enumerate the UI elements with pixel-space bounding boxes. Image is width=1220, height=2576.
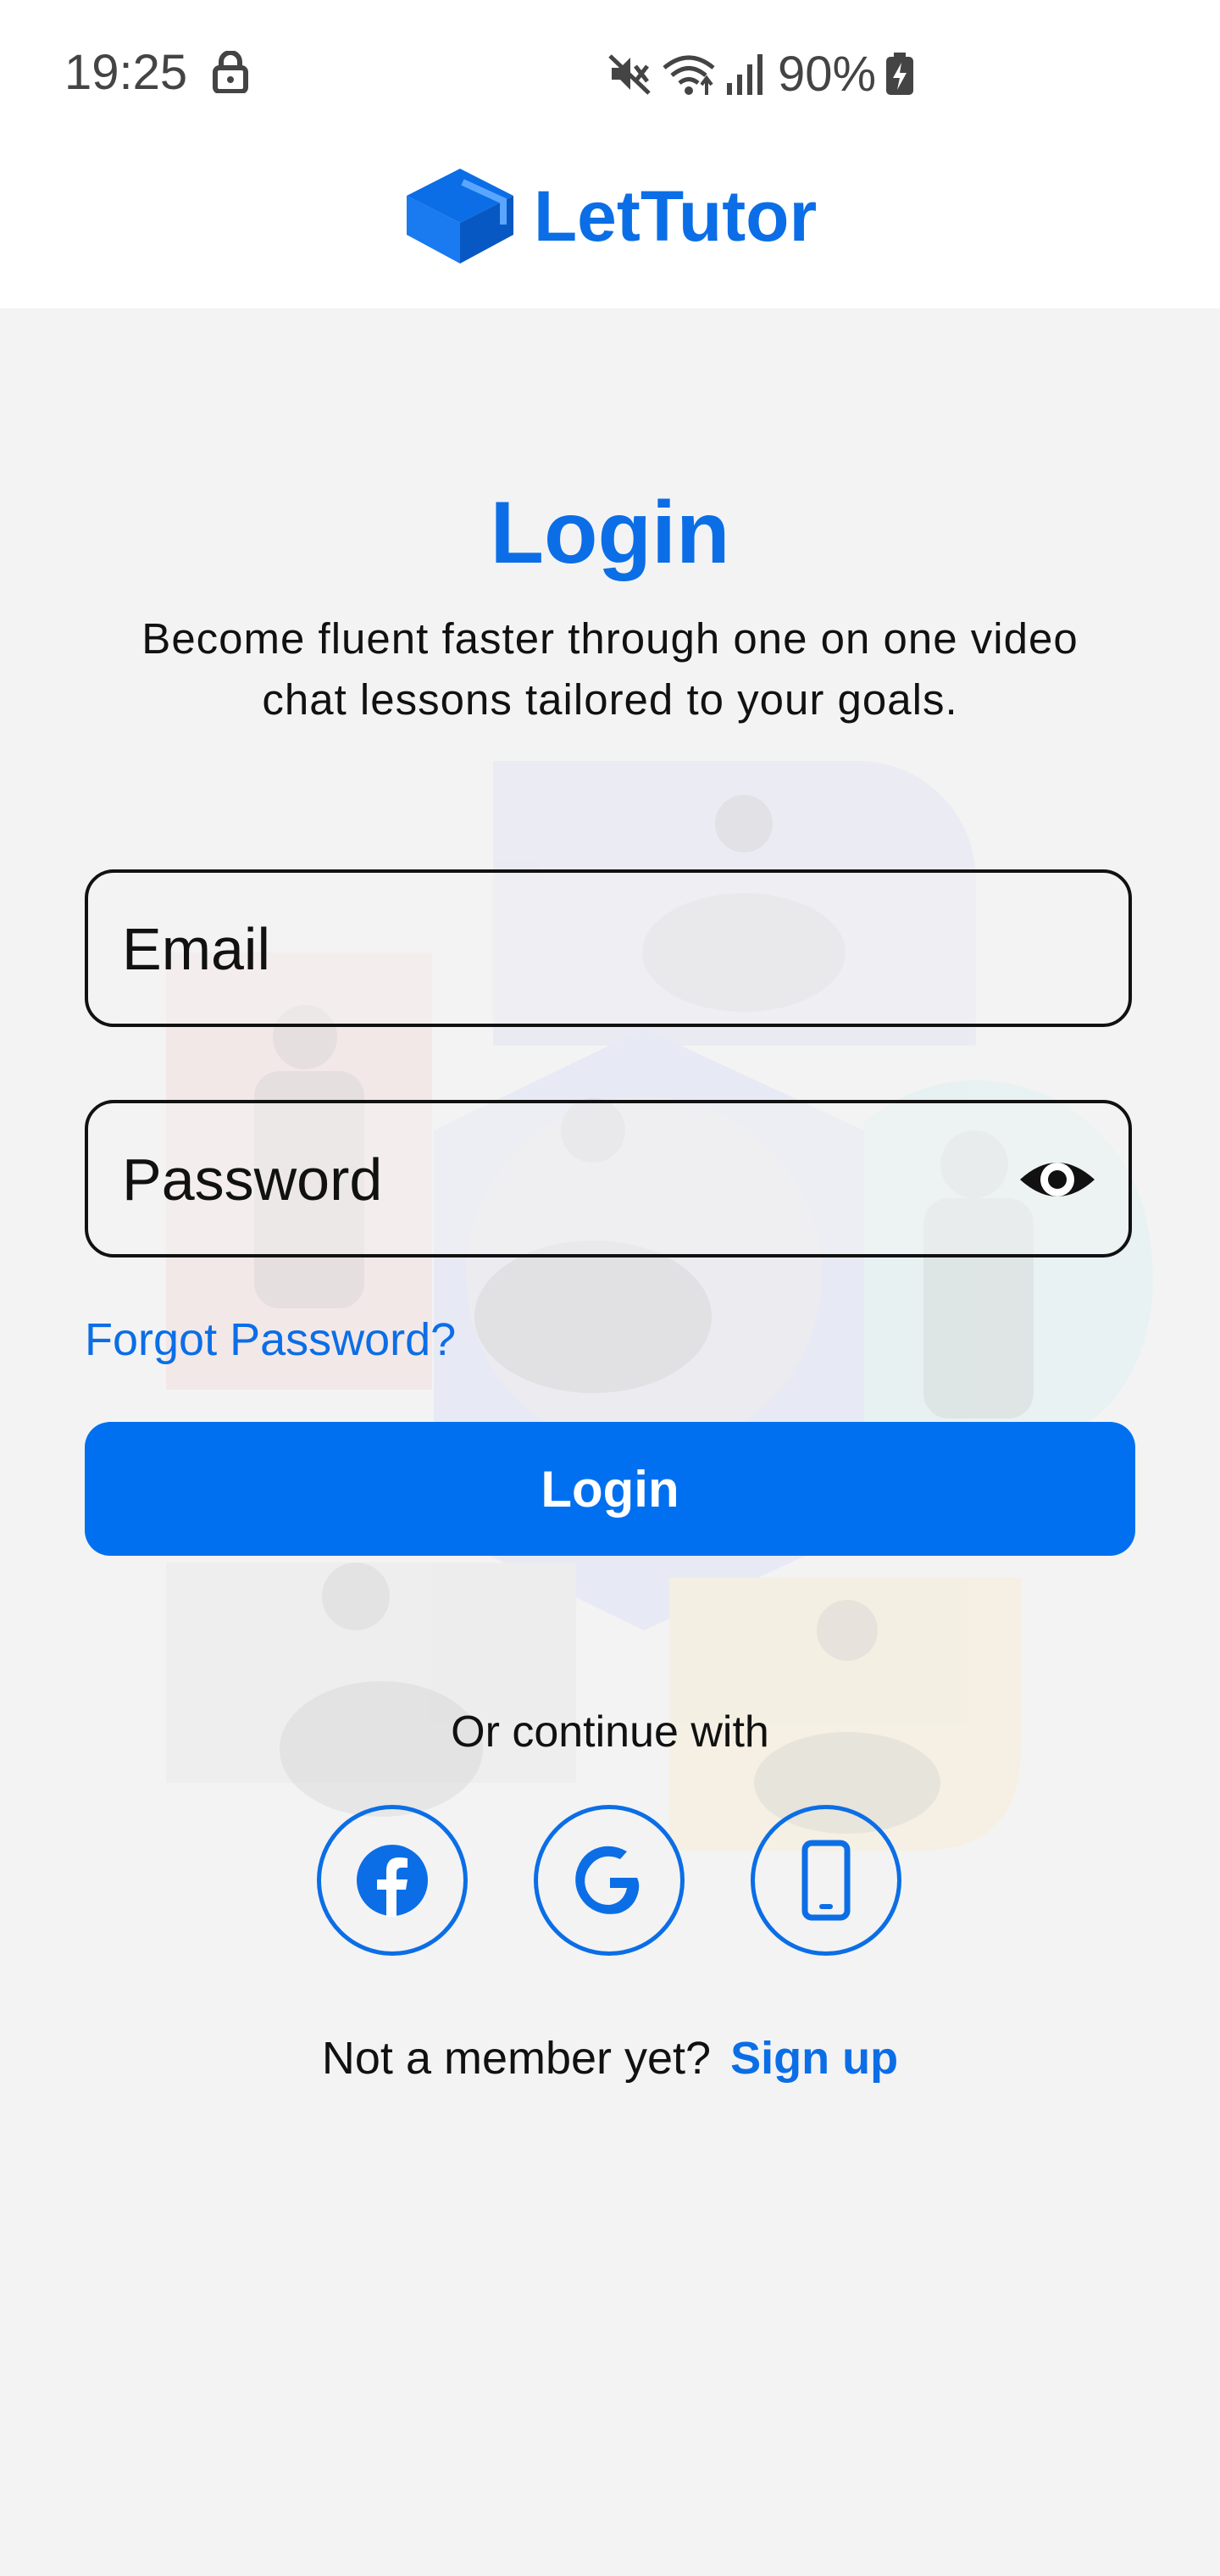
eye-icon[interactable] bbox=[1017, 1139, 1098, 1220]
status-icons: 90% bbox=[607, 44, 915, 103]
page-title: Login bbox=[490, 484, 730, 582]
brand-logo: LetTutor bbox=[0, 161, 1220, 271]
signup-link[interactable]: Sign up bbox=[730, 2033, 898, 2084]
battery-percent: 90% bbox=[778, 46, 877, 102]
app-header: 19:25 90% LetTutor bbox=[0, 0, 1220, 308]
wifi-icon bbox=[663, 55, 715, 95]
brand-name: LetTutor bbox=[533, 175, 818, 256]
or-continue-label: Or continue with bbox=[451, 1707, 769, 1757]
status-bar: 19:25 90% bbox=[0, 0, 1220, 146]
password-field-container bbox=[85, 1100, 1132, 1257]
signup-row: Not a member yet? Sign up bbox=[0, 2032, 1220, 2085]
lock-icon bbox=[213, 51, 248, 93]
battery-icon bbox=[886, 53, 914, 95]
graduation-cap-icon bbox=[406, 169, 513, 264]
forgot-password-link[interactable]: Forgot Password? bbox=[85, 1313, 456, 1366]
mute-icon bbox=[608, 54, 651, 95]
password-field[interactable] bbox=[120, 1103, 971, 1256]
facebook-icon bbox=[357, 1845, 428, 1917]
page-subtitle: Become fluent faster through one on one … bbox=[85, 608, 1135, 730]
signup-prompt: Not a member yet? bbox=[321, 2033, 712, 2084]
phone-login-button[interactable] bbox=[751, 1805, 901, 1956]
login-button[interactable]: Login bbox=[85, 1422, 1135, 1556]
status-time: 19:25 bbox=[64, 45, 188, 100]
email-field[interactable] bbox=[120, 873, 971, 1025]
google-icon bbox=[575, 1846, 640, 1914]
email-field-container bbox=[85, 869, 1132, 1027]
google-login-button[interactable] bbox=[534, 1805, 685, 1956]
signal-icon bbox=[727, 54, 762, 95]
phone-icon bbox=[801, 1840, 851, 1921]
facebook-login-button[interactable] bbox=[317, 1805, 468, 1956]
subtitle-line-1: Become fluent faster through one on one … bbox=[141, 614, 1079, 663]
subtitle-line-2: chat lessons tailored to your goals. bbox=[262, 675, 958, 724]
